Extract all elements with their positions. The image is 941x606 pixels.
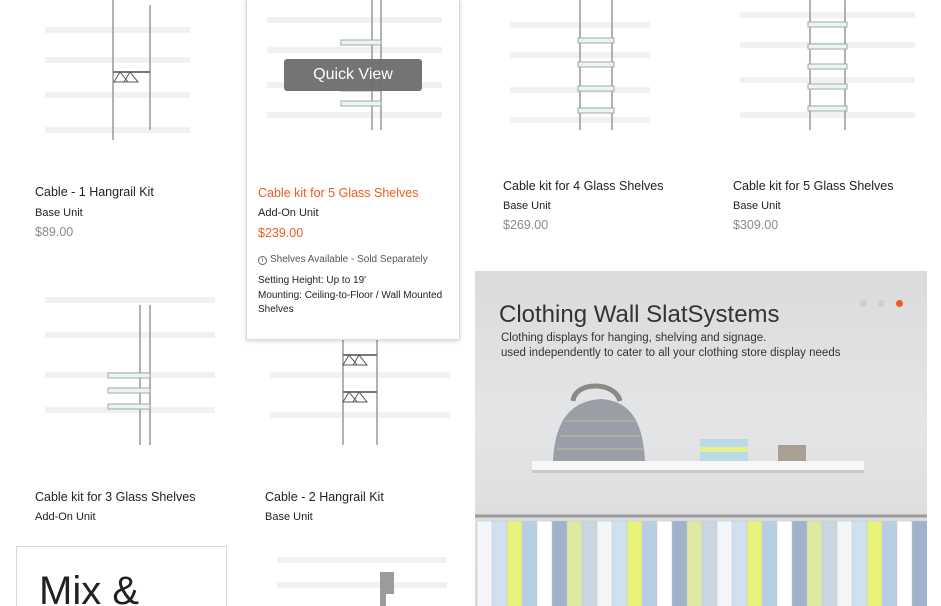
garment bbox=[566, 520, 584, 606]
info-icon: i bbox=[258, 256, 267, 265]
garment bbox=[911, 520, 927, 606]
garment bbox=[791, 520, 809, 606]
carousel-dot-2[interactable] bbox=[878, 300, 885, 307]
product-unit: Add-On Unit bbox=[35, 511, 96, 523]
garment bbox=[551, 520, 569, 606]
spec-mounting: Mounting: Ceiling-to-Floor / Wall Mounte… bbox=[258, 290, 443, 315]
garment bbox=[716, 520, 734, 606]
garment bbox=[821, 520, 839, 606]
quick-view-button[interactable]: Quick View bbox=[284, 59, 422, 91]
product-name[interactable]: Cable kit for 5 Glass Shelves bbox=[258, 186, 419, 200]
product-image-5[interactable] bbox=[40, 280, 220, 465]
garment bbox=[581, 520, 599, 606]
garment bbox=[731, 520, 749, 606]
product-name[interactable]: Cable kit for 5 Glass Shelves bbox=[733, 179, 894, 193]
product-name[interactable]: Cable - 1 Hangrail Kit bbox=[35, 185, 154, 199]
garment bbox=[596, 520, 614, 606]
product-price: $309.00 bbox=[733, 218, 779, 232]
garment bbox=[476, 520, 494, 606]
product-price: $269.00 bbox=[503, 218, 549, 232]
product-unit: Base Unit bbox=[503, 200, 551, 212]
garment bbox=[641, 520, 659, 606]
mix-heading: Mix & bbox=[39, 569, 139, 606]
availability-text: Shelves Available - Sold Separately bbox=[270, 254, 428, 265]
garment bbox=[626, 520, 644, 606]
garment bbox=[851, 520, 869, 606]
banner-title: Clothing Wall SlatSystems bbox=[499, 301, 780, 328]
product-unit: Base Unit bbox=[733, 200, 781, 212]
product-image-1[interactable] bbox=[40, 0, 200, 165]
banner-line-1: Clothing displays for hanging, shelving … bbox=[501, 332, 767, 344]
product-image-3[interactable] bbox=[500, 0, 660, 160]
garment bbox=[881, 520, 899, 606]
mix-match-tile[interactable]: Mix & bbox=[16, 546, 227, 606]
garment bbox=[836, 520, 854, 606]
product-name[interactable]: Cable kit for 3 Glass Shelves bbox=[35, 490, 196, 504]
garment bbox=[761, 520, 779, 606]
garment bbox=[536, 520, 554, 606]
banner-subtitle: Clothing displays for hanging, shelving … bbox=[501, 331, 840, 361]
garment bbox=[896, 520, 914, 606]
product-price: $89.00 bbox=[35, 225, 74, 239]
banner-line-2: used independently to cater to all your … bbox=[501, 347, 841, 359]
carousel-dot-3[interactable] bbox=[896, 300, 903, 307]
product-unit: Add-On Unit bbox=[258, 207, 319, 219]
product-image-partial[interactable] bbox=[272, 550, 452, 606]
product-name[interactable]: Cable kit for 4 Glass Shelves bbox=[503, 179, 664, 193]
product-card-2-hover[interactable]: Cable kit for 5 Glass Shelves Add-On Uni… bbox=[246, 0, 460, 340]
availability-note: i Shelves Available - Sold Separately bbox=[258, 254, 428, 265]
garment bbox=[686, 520, 704, 606]
garment bbox=[521, 520, 539, 606]
garment bbox=[701, 520, 719, 606]
carousel-dot-1[interactable] bbox=[860, 300, 867, 307]
product-name[interactable]: Cable - 2 Hangrail Kit bbox=[265, 490, 384, 504]
product-unit: Base Unit bbox=[265, 511, 313, 523]
garment bbox=[491, 520, 509, 606]
garment bbox=[611, 520, 629, 606]
garment bbox=[671, 520, 689, 606]
garment bbox=[866, 520, 884, 606]
garment bbox=[806, 520, 824, 606]
garment bbox=[656, 520, 674, 606]
garment bbox=[506, 520, 524, 606]
promo-banner[interactable]: Clothing Wall SlatSystems Clothing displ… bbox=[475, 271, 927, 606]
product-unit: Base Unit bbox=[35, 207, 83, 219]
garment bbox=[776, 520, 794, 606]
product-price: $239.00 bbox=[258, 226, 304, 240]
spec-setting-height: Setting Height: Up to 19' bbox=[258, 275, 367, 286]
product-image-4[interactable] bbox=[730, 0, 920, 160]
garment bbox=[746, 520, 764, 606]
